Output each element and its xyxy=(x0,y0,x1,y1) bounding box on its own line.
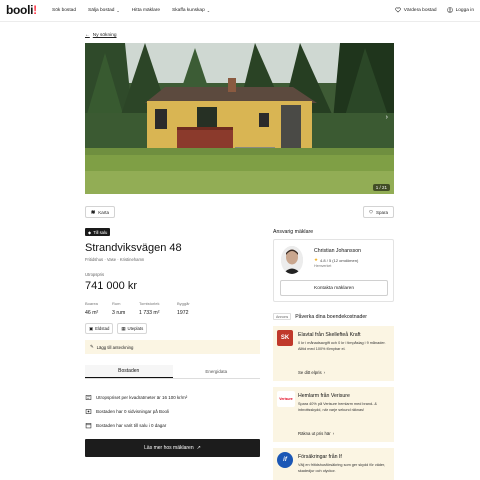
price-tag-icon xyxy=(85,394,92,400)
property-photo-gallery[interactable]: › 1 / 21 xyxy=(85,43,394,194)
nav-item-salja-bostad[interactable]: Sälja bostad ⌄ xyxy=(88,8,120,13)
top-navigation-bar: booli! Sök bostad Sälja bostad ⌄ Hitta mä… xyxy=(0,0,480,22)
agent-rating: ★ 4.8 / 5 (12 omdömen) xyxy=(314,257,359,263)
chip-patio: ▦ Uteplats xyxy=(117,323,148,334)
fireplace-icon: ▣ xyxy=(89,325,94,331)
tag-icon: ◆ xyxy=(88,229,92,235)
ad-tag: Annons xyxy=(273,313,292,320)
price-label: Utropspris xyxy=(85,272,105,277)
map-button[interactable]: Karta xyxy=(85,206,115,218)
save-button[interactable]: Spara xyxy=(363,206,394,218)
pencil-icon: ✎ xyxy=(90,344,94,349)
chevron-down-icon: ⌄ xyxy=(116,8,120,13)
user-icon xyxy=(446,7,453,13)
ad-text: 0 kr i månadsavgift och 0 kr i timpåslag… xyxy=(298,341,386,351)
login-link[interactable]: Logga in xyxy=(446,7,474,13)
user-nav: Värdera bostad Logga in xyxy=(395,7,474,13)
fact-build-year: Byggår 1972 xyxy=(177,301,190,316)
agent-card: Christian Johansson ★ 4.8 / 5 (12 omdömen… xyxy=(273,239,394,302)
ad-text: Spara 40% på Verisure hemlarm med brand-… xyxy=(298,402,377,412)
chevron-down-icon: ⌄ xyxy=(206,8,211,13)
agent-firm: Hemverket xyxy=(314,264,332,268)
if-logo: if xyxy=(277,452,293,468)
tab-energidata[interactable]: Energidata xyxy=(173,365,261,378)
patio-icon: ▦ xyxy=(121,325,126,331)
ad-link[interactable]: Räkna ut pris här › xyxy=(298,431,334,436)
ad-title: Elavtal från Skellefteå Kraft xyxy=(298,332,361,338)
agent-avatar xyxy=(281,246,303,274)
arrow-left-icon: ← xyxy=(85,33,90,38)
ads-header: Annons Påverka dina boendekostnader xyxy=(273,313,367,320)
listing-subtitle: Fritidshus · Vase · Kristinehamn xyxy=(85,257,145,262)
nav-item-sok-bostad[interactable]: Sök bostad xyxy=(52,8,76,13)
calendar-icon xyxy=(85,422,92,428)
arrow-right-icon: › xyxy=(332,431,335,436)
photo-counter: 1 / 21 xyxy=(372,184,390,191)
skelleftea-kraft-logo: SK xyxy=(277,330,293,346)
back-to-search-link[interactable]: ← Ny sökning xyxy=(85,33,117,38)
ads-title: Påverka dina boendekostnader xyxy=(295,313,368,320)
nav-item-skaffa-kunskap[interactable]: Skaffa kunskap ⌄ xyxy=(172,8,210,13)
stat-days-on-market: Bostaden har varit till salu i 0 dagar xyxy=(85,418,260,432)
listing-title: Strandviksvägen 48 xyxy=(85,242,182,254)
eye-icon xyxy=(85,408,92,414)
feature-chips: ▣ Eldstad ▦ Uteplats xyxy=(85,323,148,334)
stat-price-per-sqm: Utropspriset per kvadratmeter är 16 100 … xyxy=(85,390,260,404)
agent-name[interactable]: Christian Johansson xyxy=(314,248,361,254)
next-photo-arrow-icon[interactable]: › xyxy=(386,114,388,121)
ad-link[interactable]: Se ditt elpris › xyxy=(298,370,325,375)
ad-title: Hemlarm från Verisure xyxy=(298,393,350,399)
ad-card-if[interactable]: if Försäkringar från If Välj en fritidsh… xyxy=(273,448,394,480)
star-icon: ★ xyxy=(314,257,319,262)
property-facts: Boarea 46 m² Rum 3 rum Tomtstorlek 1 733 m²… xyxy=(85,301,204,316)
add-note-button[interactable]: ✎ Lägg till anteckning xyxy=(85,340,260,354)
stat-page-views: Bostaden har 0 sidvisningar på Booli xyxy=(85,404,260,418)
main-nav: Sök bostad Sälja bostad ⌄ Hitta mäklare S… xyxy=(52,8,210,13)
arrow-right-icon: › xyxy=(323,370,326,375)
fact-plot-size: Tomtstorlek 1 733 m² xyxy=(139,301,160,316)
fact-rooms: Rum 3 rum xyxy=(112,301,126,316)
heart-icon xyxy=(395,7,401,13)
listing-stats: Utropspriset per kvadratmeter är 16 100 … xyxy=(85,390,260,432)
read-more-at-agent-button[interactable]: Läs mer hos mäklaren ↗ xyxy=(85,439,260,457)
house-photo xyxy=(85,43,394,194)
listing-tabs: Bostaden Energidata xyxy=(85,365,260,379)
verisure-logo: Verisure xyxy=(277,391,295,407)
map-icon xyxy=(91,210,95,214)
fact-living-area: Boarea 46 m² xyxy=(85,301,99,316)
listing-price: 741 000 kr xyxy=(85,280,137,292)
booli-logo[interactable]: booli! xyxy=(6,3,37,17)
ad-text: Välj en fritidshusförsäkring som ger sky… xyxy=(298,463,386,473)
external-link-icon: ↗ xyxy=(196,445,201,451)
status-badge: ◆ Till salu xyxy=(85,228,111,236)
chip-fireplace: ▣ Eldstad xyxy=(85,323,114,334)
nav-item-hitta-maklare[interactable]: Hitta mäklare xyxy=(132,8,160,13)
ad-title: Försäkringar från If xyxy=(298,454,342,460)
ad-card-verisure[interactable]: Verisure Hemlarm från Verisure Spara 40%… xyxy=(273,387,394,442)
heart-icon xyxy=(369,210,373,214)
tab-bostaden[interactable]: Bostaden xyxy=(85,365,173,378)
contact-agent-button[interactable]: Kontakta mäklaren xyxy=(280,280,388,296)
agent-section-title: Ansvarig mäklare xyxy=(273,229,314,235)
ad-card-skelleftea-kraft[interactable]: SK Elavtal från Skellefteå Kraft 0 kr i … xyxy=(273,326,394,381)
valuation-link[interactable]: Värdera bostad xyxy=(395,7,437,13)
